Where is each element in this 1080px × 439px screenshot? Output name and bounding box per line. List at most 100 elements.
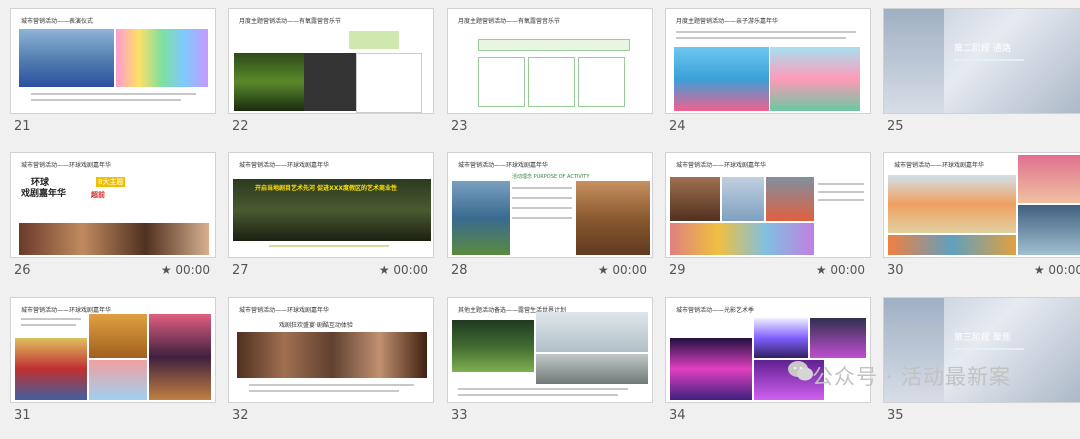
photo [810,318,866,358]
star-icon: ★ [1033,263,1045,277]
slide-cell-25[interactable]: 第二阶段 通路 25 [883,8,1080,150]
slide-thumbnail[interactable]: 城市营销活动——环球戏剧嘉年华 戏剧狂欢盛宴·剧酷互动体验 [228,297,434,403]
tag: 8大主题 [96,177,126,187]
slide-cell-21[interactable]: 城市营销活动——表演仪式 21 [10,8,216,150]
slide-number: 25 [887,119,904,134]
photo [1018,205,1080,255]
slide-title: 城市营销活动——环球戏剧嘉年华 [239,162,330,169]
slide-cell-31[interactable]: 城市营销活动——环球戏剧嘉年华 31 [10,297,216,439]
slide-number: 28 [451,263,468,278]
photo [754,318,808,358]
slide-cell-33[interactable]: 其他主题活动备选——露营生活世界计划 33 [447,297,653,439]
photo [536,312,648,352]
slide-thumbnail[interactable]: 第二阶段 通路 [883,8,1080,114]
photo [19,29,114,87]
slide-title: 城市营销活动——光影艺术季 [676,307,755,314]
headline: 戏剧嘉年华 [21,189,67,199]
slide-cell-30[interactable]: 城市营销活动——环球戏剧嘉年华 30 ★ 00:00 [883,152,1080,294]
photo [770,47,860,111]
slide-title: 月度主题营销活动——亲子游乐嘉年华 [676,18,779,25]
slide-title: 月度主题营销活动——有氧露营音乐节 [239,18,342,25]
slide-thumbnail[interactable]: 城市营销活动——环球戏剧嘉年华 [665,152,871,258]
photo [888,235,1016,255]
photo [670,338,752,400]
photo [722,177,764,221]
slide-title: 城市营销活动——表演仪式 [21,18,94,25]
section-title: 第三阶段 聚焦 [954,333,1011,343]
watermark: 公众号 · 活动最新案 [812,365,1012,389]
star-icon: ★ [378,263,390,277]
photo [116,29,208,87]
photo-strip [237,332,427,378]
slide-cell-22[interactable]: 月度主题营销活动——有氧露营音乐节 22 [228,8,434,150]
slide-number: 27 [232,263,249,278]
tag: 超前 [91,191,105,199]
slide-thumbnail[interactable]: 城市营销活动——环球戏剧嘉年华 开启当地剧目艺术先河 促进XXX度假区的艺术商业… [228,152,434,258]
chart-image [356,53,422,113]
star-icon: ★ [160,263,172,277]
photo [452,320,534,372]
slide-timing: ★ 00:00 [160,263,210,277]
slide-number: 31 [14,408,31,423]
slide-cell-32[interactable]: 城市营销活动——环球戏剧嘉年华 戏剧狂欢盛宴·剧酷互动体验 32 [228,297,434,439]
slide-cell-26[interactable]: 城市营销活动——环球戏剧嘉年华 环球 戏剧嘉年华 8大主题 超前 26 ★ 00… [10,152,216,294]
photo [888,175,1016,233]
section-title: 第二阶段 通路 [954,44,1011,54]
slide-thumbnail[interactable]: 城市营销活动——表演仪式 [10,8,216,114]
slide-number: 30 [887,263,904,278]
slide-cell-23[interactable]: 月度主题营销活动——有氧露营音乐节 23 [447,8,653,150]
diagram-box [578,57,625,107]
slide-timing: ★ 00:00 [1033,263,1080,277]
photo [304,53,356,111]
slide-thumbnail[interactable]: 月度主题营销活动——亲子游乐嘉年华 [665,8,871,114]
photo [89,314,147,358]
photo [670,223,814,255]
slide-thumbnail[interactable]: 城市营销活动——环球戏剧嘉年华 环球 戏剧嘉年华 8大主题 超前 [10,152,216,258]
slide-number: 29 [669,263,686,278]
subtitle: 活动理念 PURPOSE OF ACTIVITY [512,174,590,180]
slide-cell-28[interactable]: 城市营销活动——环球戏剧嘉年华 活动理念 PURPOSE OF ACTIVITY… [447,152,653,294]
slide-timing: ★ 00:00 [378,263,428,277]
slide-title: 城市营销活动——环球戏剧嘉年华 [894,162,985,169]
slide-thumbnail[interactable]: 城市营销活动——环球戏剧嘉年华 [10,297,216,403]
diagram-box [478,57,525,107]
slide-title: 月度主题营销活动——有氧露营音乐节 [458,18,561,25]
slide-number: 22 [232,119,249,134]
slide-number: 33 [451,408,468,423]
diagram-box [528,57,575,107]
slide-timing: ★ 00:00 [815,263,865,277]
photo [1018,155,1080,203]
slide-number: 35 [887,408,904,423]
slide-number: 21 [14,119,31,134]
slide-number: 23 [451,119,468,134]
slide-cell-29[interactable]: 城市营销活动——环球戏剧嘉年华 29 ★ 00:00 [665,152,871,294]
photo-strip [19,223,209,255]
slide-title: 城市营销活动——环球戏剧嘉年华 [676,162,767,169]
slide-number: 32 [232,408,249,423]
photo [536,354,648,384]
slide-cell-24[interactable]: 月度主题营销活动——亲子游乐嘉年华 24 [665,8,871,150]
slide-number: 24 [669,119,686,134]
photo [576,181,650,255]
slide-thumbnail[interactable]: 其他主题活动备选——露营生活世界计划 [447,297,653,403]
slide-number: 34 [669,408,686,423]
slide-title: 城市营销活动——环球戏剧嘉年华 [21,162,112,169]
photo [766,177,814,221]
slide-title: 城市营销活动——环球戏剧嘉年华 [239,307,330,314]
slide-thumbnail[interactable]: 城市营销活动——环球戏剧嘉年华 [883,152,1080,258]
slide-cell-27[interactable]: 城市营销活动——环球戏剧嘉年华 开启当地剧目艺术先河 促进XXX度假区的艺术商业… [228,152,434,294]
subtitle: 戏剧狂欢盛宴·剧酷互动体验 [279,322,353,329]
slide-thumbnail[interactable]: 月度主题营销活动——有氧露营音乐节 [447,8,653,114]
photo [452,181,510,255]
photo [674,47,769,111]
text-block [349,31,399,49]
diagram-box [478,39,630,51]
slide-title: 城市营销活动——环球戏剧嘉年华 [458,162,549,169]
slide-timing: ★ 00:00 [597,263,647,277]
slide-thumbnail[interactable]: 城市营销活动——环球戏剧嘉年华 活动理念 PURPOSE OF ACTIVITY [447,152,653,258]
star-icon: ★ [815,263,827,277]
photo [89,360,147,400]
photo [149,314,211,400]
headline: 开启当地剧目艺术先河 促进XXX度假区的艺术商业性 [255,185,397,192]
slide-thumbnail[interactable]: 月度主题营销活动——有氧露营音乐节 [228,8,434,114]
